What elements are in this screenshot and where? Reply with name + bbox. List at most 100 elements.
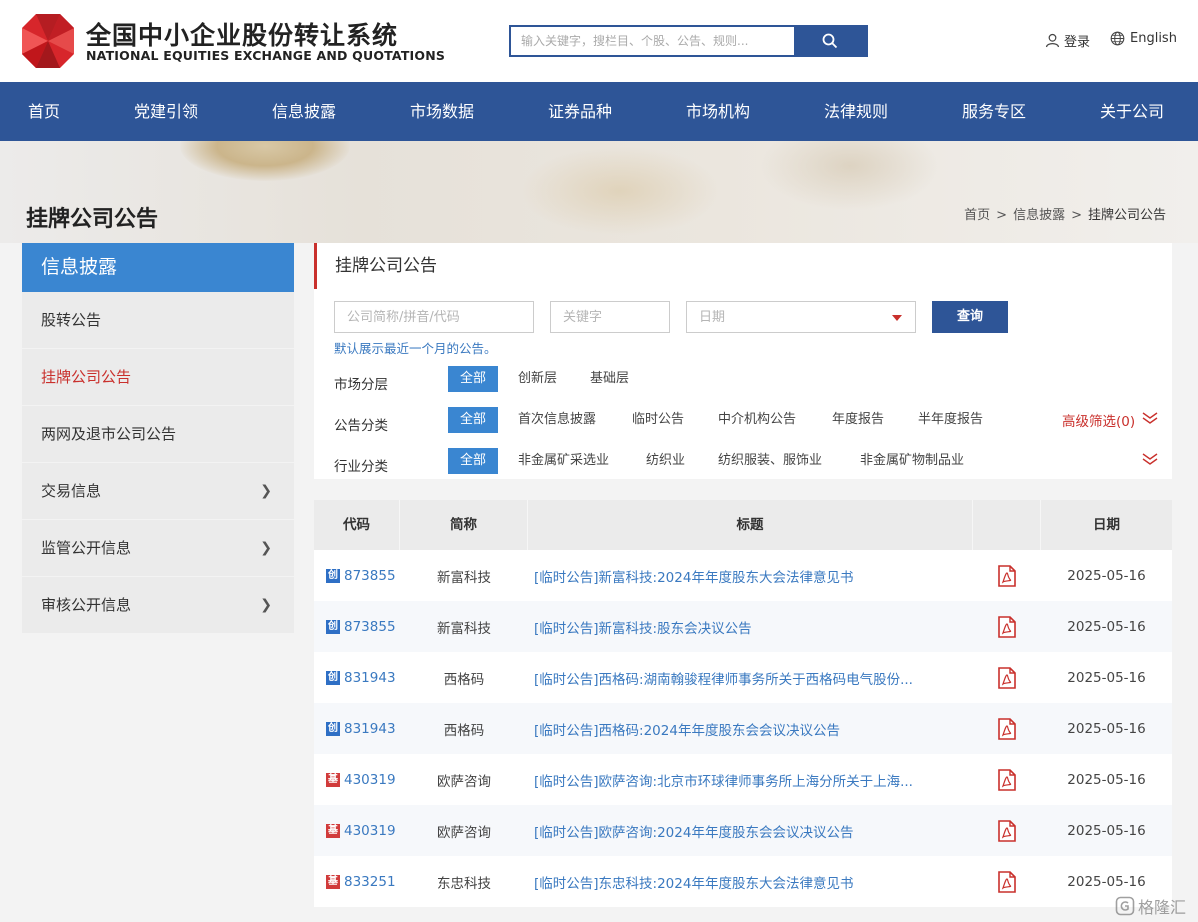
category-intermediary[interactable]: 中介机构公告 bbox=[706, 407, 808, 433]
watermark: 格隆汇 bbox=[1115, 894, 1186, 918]
pdf-download[interactable] bbox=[973, 717, 1041, 740]
pdf-icon bbox=[998, 870, 1016, 893]
table-row: 创 873855 新富科技 [临时公告]新富科技:股东会决议公告 2025-05-16 bbox=[314, 601, 1172, 652]
market-tier-innovation[interactable]: 创新层 bbox=[506, 366, 569, 392]
industry-all[interactable]: 全部 bbox=[448, 448, 499, 474]
announcement-title-link[interactable]: [临时公告]东忠科技:2024年年度股东大会法律意见书 bbox=[528, 872, 973, 892]
login-link[interactable]: 登录 bbox=[1045, 31, 1090, 50]
chevron-double-down-icon[interactable] bbox=[1142, 453, 1158, 465]
stock-code: 873855 bbox=[344, 567, 396, 584]
nav-item-securities[interactable]: 证券品种 bbox=[548, 82, 612, 141]
stock-code: 831943 bbox=[344, 720, 396, 737]
nav-item-home[interactable]: 首页 bbox=[28, 82, 60, 141]
sidebar-item-listed-company-announcements[interactable]: 挂牌公司公告 bbox=[22, 349, 294, 406]
announcement-title-link[interactable]: [临时公告]新富科技:2024年年度股东大会法律意见书 bbox=[528, 566, 973, 586]
search-box bbox=[509, 25, 868, 57]
company-name: 新富科技 bbox=[437, 569, 491, 586]
announcement-title-link[interactable]: [临时公告]欧萨咨询:北京市环球律师事务所上海分所关于上海... bbox=[528, 770, 973, 790]
industry-textile[interactable]: 纺织业 bbox=[634, 448, 697, 474]
company-name: 西格码 bbox=[443, 671, 485, 688]
tier-badge: 基 bbox=[326, 823, 340, 838]
announcement-title-link[interactable]: [临时公告]欧萨咨询:2024年年度股东会会议决议公告 bbox=[528, 821, 973, 841]
tier-badge: 创 bbox=[326, 568, 340, 583]
pdf-download[interactable] bbox=[973, 819, 1041, 842]
category-semiannual-report[interactable]: 半年度报告 bbox=[906, 407, 995, 433]
sidebar-item-trading-info[interactable]: 交易信息 ❯ bbox=[22, 463, 294, 520]
breadcrumb: 首页 > 信息披露 > 挂牌公司公告 bbox=[964, 208, 1166, 223]
nav-item-disclosure[interactable]: 信息披露 bbox=[272, 82, 336, 141]
stock-code-cell[interactable]: 创 873855 bbox=[314, 568, 400, 584]
announcement-title-link[interactable]: [临时公告]西格码:湖南翰骏程律师事务所关于西格码电气股份... bbox=[528, 668, 973, 688]
industry-apparel[interactable]: 纺织服装、服饰业 bbox=[706, 448, 834, 474]
neeq-logo-icon[interactable] bbox=[22, 14, 74, 68]
sidebar-item-delisted-announcements[interactable]: 两网及退市公司公告 bbox=[22, 406, 294, 463]
pdf-icon bbox=[998, 768, 1016, 791]
market-tier-basic[interactable]: 基础层 bbox=[578, 366, 641, 392]
market-tier-label: 市场分层 bbox=[334, 377, 388, 393]
nav-item-party[interactable]: 党建引领 bbox=[134, 82, 198, 141]
pdf-download[interactable] bbox=[973, 666, 1041, 689]
query-button[interactable]: 查询 bbox=[932, 301, 1008, 333]
keyword-input[interactable] bbox=[550, 301, 670, 333]
pdf-download[interactable] bbox=[973, 768, 1041, 791]
company-name: 东忠科技 bbox=[437, 875, 491, 892]
user-icon bbox=[1045, 33, 1060, 48]
announcement-date: 2025-05-16 bbox=[1067, 873, 1146, 890]
pdf-download[interactable] bbox=[973, 564, 1041, 587]
search-icon bbox=[822, 33, 838, 49]
sidebar-item-neeq-announcements[interactable]: 股转公告 bbox=[22, 292, 294, 349]
table-row: 基 430319 欧萨咨询 [临时公告]欧萨咨询:2024年年度股东会会议决议公告 20… bbox=[314, 805, 1172, 856]
advanced-filter-toggle[interactable]: 高级筛选(0) bbox=[1062, 410, 1135, 430]
breadcrumb-disclosure[interactable]: 信息披露 bbox=[1013, 208, 1065, 223]
nav-item-rules[interactable]: 法律规则 bbox=[824, 82, 888, 141]
date-picker[interactable] bbox=[686, 301, 916, 333]
sidebar-heading: 信息披露 bbox=[22, 243, 294, 292]
pdf-icon bbox=[998, 615, 1016, 638]
category-first-disclosure[interactable]: 首次信息披露 bbox=[506, 407, 608, 433]
table-header: 代码 简称 标题 日期 bbox=[314, 500, 1172, 550]
sidebar: 信息披露 股转公告 挂牌公司公告 两网及退市公司公告 交易信息 ❯ 监管公开信息 ❯… bbox=[22, 243, 294, 634]
language-switch[interactable]: English bbox=[1110, 31, 1177, 46]
nav-item-institutions[interactable]: 市场机构 bbox=[686, 82, 750, 141]
company-name: 欧萨咨询 bbox=[437, 824, 491, 841]
search-button[interactable] bbox=[794, 27, 866, 55]
stock-code-cell[interactable]: 创 831943 bbox=[314, 721, 400, 737]
breadcrumb-home[interactable]: 首页 bbox=[964, 208, 990, 223]
stock-code: 833251 bbox=[344, 873, 396, 890]
banner-decoration bbox=[180, 141, 350, 181]
nav-item-services[interactable]: 服务专区 bbox=[962, 82, 1026, 141]
stock-code-cell[interactable]: 基 430319 bbox=[314, 823, 400, 839]
category-all[interactable]: 全部 bbox=[448, 407, 499, 433]
nav-item-about[interactable]: 关于公司 bbox=[1100, 82, 1164, 141]
nav-item-market-data[interactable]: 市场数据 bbox=[410, 82, 474, 141]
chevron-double-down-icon[interactable] bbox=[1142, 412, 1158, 424]
announcement-date: 2025-05-16 bbox=[1067, 822, 1146, 839]
stock-code-cell[interactable]: 基 430319 bbox=[314, 772, 400, 788]
pdf-download[interactable] bbox=[973, 870, 1041, 893]
panel-title: 挂牌公司公告 bbox=[314, 243, 1172, 289]
company-name: 欧萨咨询 bbox=[437, 773, 491, 790]
column-header-title: 标题 bbox=[528, 500, 973, 550]
announcement-title-link[interactable]: [临时公告]新富科技:股东会决议公告 bbox=[528, 617, 973, 637]
stock-code: 831943 bbox=[344, 669, 396, 686]
dropdown-caret-icon bbox=[892, 315, 902, 321]
industry-label: 行业分类 bbox=[334, 459, 388, 475]
industry-nonmetal-products[interactable]: 非金属矿物制品业 bbox=[848, 448, 976, 474]
announcement-date: 2025-05-16 bbox=[1067, 669, 1146, 686]
pdf-download[interactable] bbox=[973, 615, 1041, 638]
stock-code-cell[interactable]: 基 833251 bbox=[314, 874, 400, 890]
market-tier-all[interactable]: 全部 bbox=[448, 366, 499, 392]
tier-badge: 创 bbox=[326, 619, 340, 634]
category-interim[interactable]: 临时公告 bbox=[620, 407, 696, 433]
company-search-input[interactable] bbox=[334, 301, 534, 333]
site-search-input[interactable] bbox=[511, 27, 794, 55]
stock-code-cell[interactable]: 创 873855 bbox=[314, 619, 400, 635]
stock-code-cell[interactable]: 创 831943 bbox=[314, 670, 400, 686]
category-annual-report[interactable]: 年度报告 bbox=[820, 407, 896, 433]
industry-nonmetal-mining[interactable]: 非金属矿采选业 bbox=[506, 448, 621, 474]
sidebar-item-regulatory-info[interactable]: 监管公开信息 ❯ bbox=[22, 520, 294, 577]
watermark-text: 格隆汇 bbox=[1137, 898, 1186, 917]
sidebar-item-review-info[interactable]: 审核公开信息 ❯ bbox=[22, 577, 294, 634]
announcement-title-link[interactable]: [临时公告]西格码:2024年年度股东会会议决议公告 bbox=[528, 719, 973, 739]
breadcrumb-current: 挂牌公司公告 bbox=[1087, 208, 1166, 223]
